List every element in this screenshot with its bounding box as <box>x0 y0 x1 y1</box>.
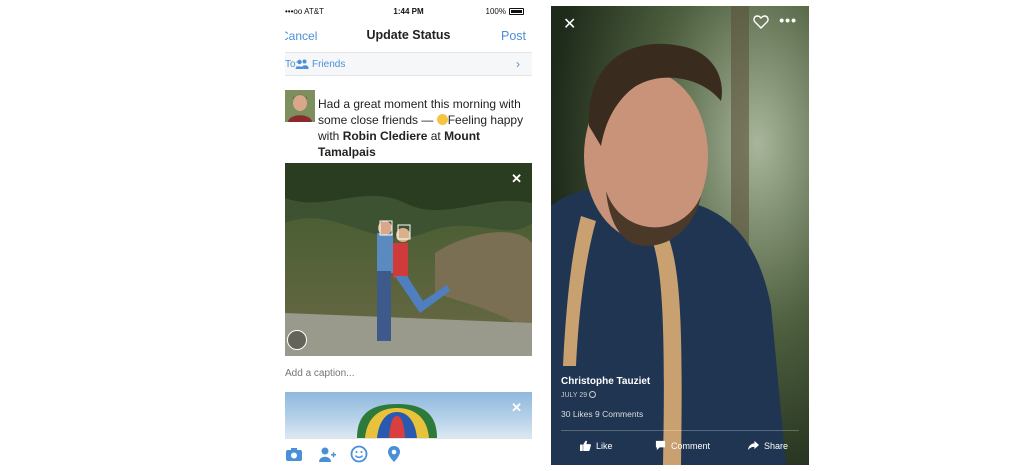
composer-toolbar <box>285 438 532 471</box>
caption-input[interactable] <box>285 364 532 382</box>
share-button[interactable]: Share <box>748 440 788 451</box>
magic-wand-icon[interactable] <box>287 330 307 350</box>
location-icon[interactable] <box>385 445 403 463</box>
divider <box>561 430 799 431</box>
attached-photo[interactable]: ✕ <box>285 163 532 356</box>
page-title: Update Status <box>366 28 451 42</box>
battery-icon <box>509 8 524 15</box>
post-compose-area[interactable]: Had a great moment this morning with som… <box>285 86 532 162</box>
comment-button[interactable]: Comment <box>655 440 710 451</box>
feeling-icon[interactable] <box>350 445 368 463</box>
tag-friends-icon[interactable] <box>318 445 336 463</box>
couple-photo <box>285 163 532 356</box>
more-options-icon[interactable]: ••• <box>779 12 797 28</box>
likes-comments-count[interactable]: 30 Likes 9 Comments <box>561 409 643 419</box>
audience-value: Friends <box>312 59 346 70</box>
heart-icon[interactable] <box>753 14 769 30</box>
remove-photo-2-icon[interactable]: ✕ <box>511 400 522 416</box>
friends-icon <box>295 59 309 69</box>
share-icon <box>748 440 759 451</box>
status-bar: •••oo AT&T 1:44 PM 100% <box>285 0 532 22</box>
battery-percent: 100% <box>485 7 506 16</box>
attached-photo-2[interactable]: ✕ <box>285 392 532 438</box>
tagged-friend[interactable]: Robin Clediere <box>343 129 428 143</box>
like-button[interactable]: Like <box>580 440 613 451</box>
photo-date: JULY 29 <box>561 391 597 399</box>
share-label: Share <box>764 440 789 451</box>
comment-label: Comment <box>671 440 711 451</box>
photo-owner-name[interactable]: Christophe Tauziet <box>561 376 650 387</box>
like-label: Like <box>596 440 613 451</box>
balloon-photo <box>357 404 437 438</box>
post-button[interactable]: Post <box>501 29 526 43</box>
status-text[interactable]: Had a great moment this morning with som… <box>318 96 530 160</box>
camera-icon[interactable] <box>285 445 303 463</box>
audience-selector[interactable]: To: Friends › <box>285 52 532 76</box>
battery-status: 100% <box>486 7 524 16</box>
with-word: with <box>318 129 343 143</box>
photo-viewer-screen: ✕ ••• Christophe Tauziet JULY 29 30 Like… <box>551 6 809 465</box>
thumbs-up-icon <box>580 440 591 451</box>
avatar <box>285 90 315 122</box>
smiley-icon <box>436 114 448 125</box>
feeling-label: Feeling happy <box>447 113 524 127</box>
photo-date-text: JULY 29 <box>561 392 588 399</box>
nav-bar: Cancel Update Status Post <box>285 22 532 50</box>
remove-photo-icon[interactable]: ✕ <box>511 171 522 187</box>
at-word: at <box>427 129 445 143</box>
comment-icon <box>655 440 666 451</box>
composer-screen: •••oo AT&T 1:44 PM 100% Cancel Update St… <box>285 0 532 471</box>
close-icon[interactable]: ✕ <box>563 14 576 34</box>
globe-icon <box>589 391 597 398</box>
chevron-right-icon: › <box>516 57 520 71</box>
